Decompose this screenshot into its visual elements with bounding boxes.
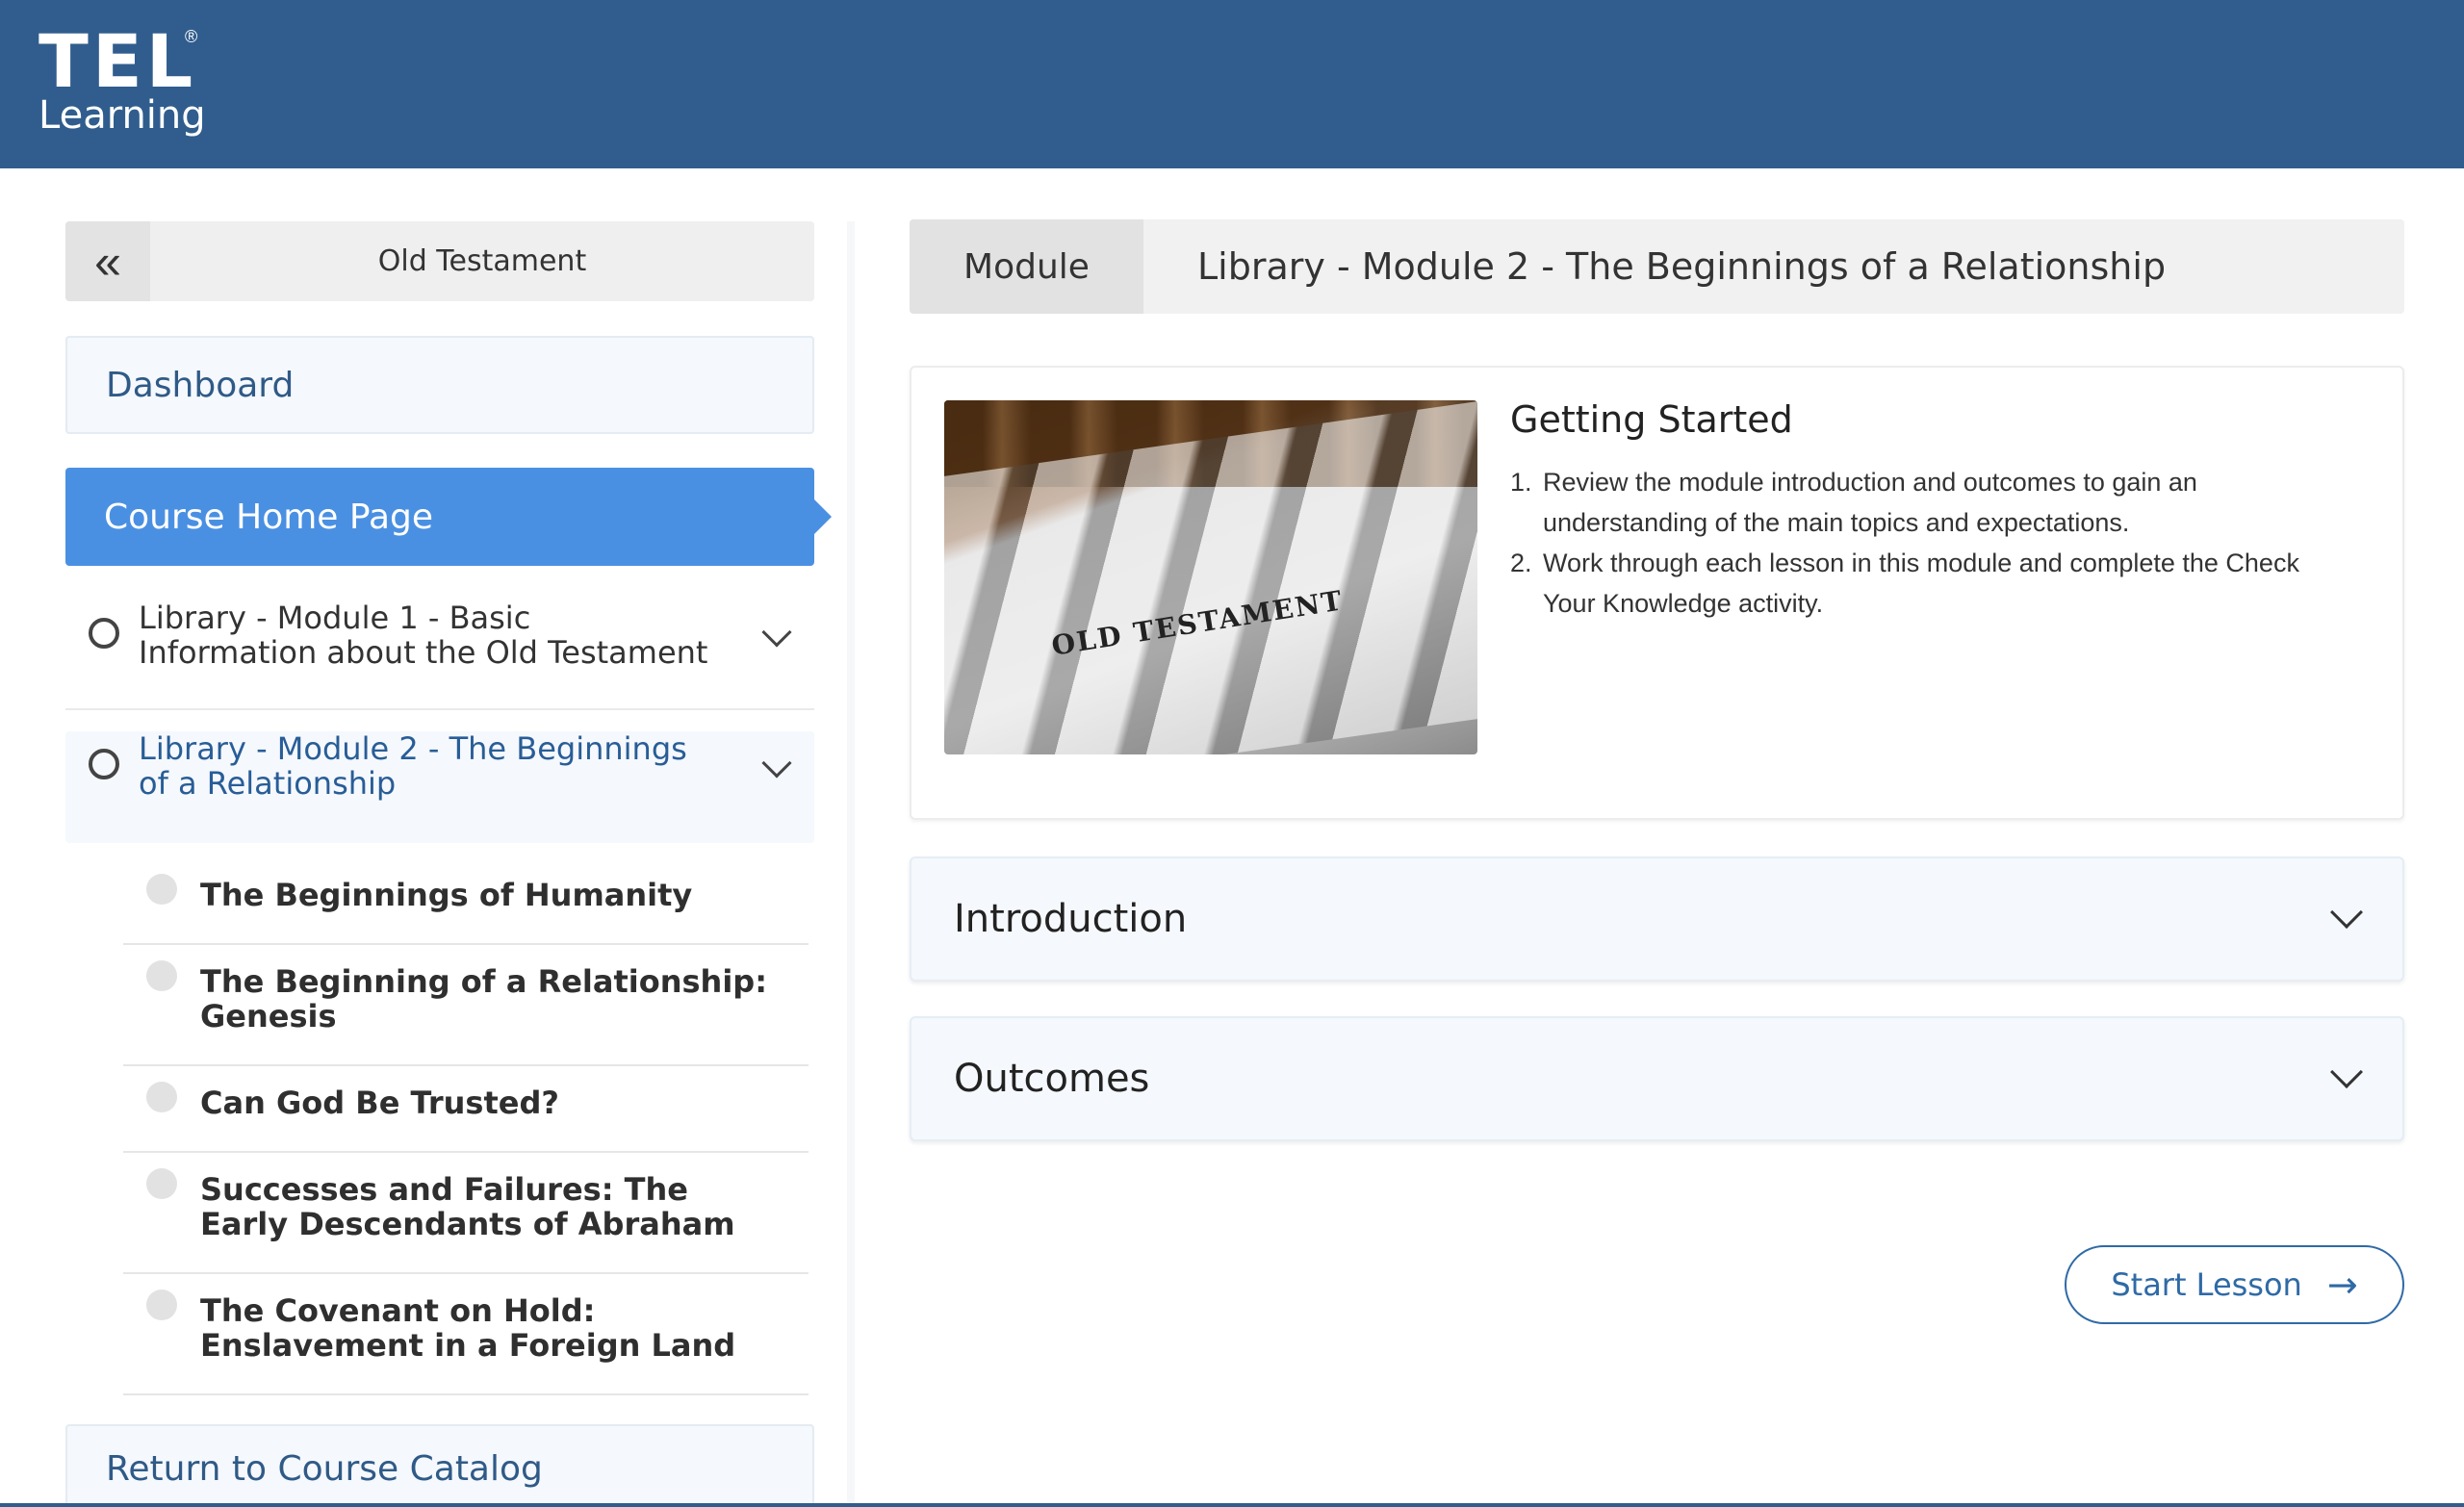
logo-tel-text: TEL: [38, 18, 197, 104]
sidebar-module-2[interactable]: Library - Module 2 - The Beginnings of a…: [65, 731, 814, 843]
lesson-label: The Covenant on Hold: Enslavement in a F…: [200, 1292, 736, 1364]
step-number: 1.: [1510, 468, 1532, 497]
accordion-title: Outcomes: [954, 1057, 1150, 1101]
sidebar-module-1[interactable]: Library - Module 1 - Basic Information a…: [65, 600, 814, 710]
accordion-title: Introduction: [954, 897, 1188, 941]
lesson-item[interactable]: Successes and Failures: The Early Descen…: [123, 1153, 808, 1274]
sidebar-divider: [847, 221, 855, 1507]
lesson-item[interactable]: The Beginning of a Relationship: Genesis: [123, 945, 808, 1066]
lesson-item[interactable]: The Covenant on Hold: Enslavement in a F…: [123, 1274, 808, 1395]
lesson-status-dot-icon: [146, 1168, 177, 1199]
lesson-item[interactable]: The Beginnings of Humanity: [123, 858, 808, 945]
getting-started-card: OLD TESTAMENT Getting Started 1. Review …: [910, 366, 2404, 820]
lesson-status-dot-icon: [146, 1290, 177, 1320]
chevron-down-icon: [2330, 896, 2363, 929]
tel-learning-logo[interactable]: TEL ® Learning: [38, 18, 206, 138]
start-lesson-label: Start Lesson: [2111, 1266, 2302, 1303]
getting-started-steps: 1. Review the module introduction and ou…: [1510, 462, 2319, 624]
step-item: 1. Review the module introduction and ou…: [1510, 462, 2319, 543]
bottom-border: [0, 1503, 2464, 1507]
start-lesson-button[interactable]: Start Lesson →: [2065, 1245, 2404, 1324]
lesson-label: Successes and Failures: The Early Descen…: [200, 1171, 735, 1242]
course-home-link[interactable]: Course Home Page: [65, 468, 832, 566]
top-navbar: TEL ® Learning: [0, 0, 2464, 168]
lesson-label: Can God Be Trusted?: [200, 1085, 559, 1121]
module-cover-image: OLD TESTAMENT: [944, 400, 1477, 754]
return-to-catalog-label: Return to Course Catalog: [106, 1449, 543, 1489]
logo-registered-mark: ®: [185, 27, 198, 46]
lesson-status-dot-icon: [146, 1082, 177, 1112]
dashboard-label: Dashboard: [106, 365, 295, 405]
module-status-circle-icon: [89, 618, 119, 649]
step-item: 2. Work through each lesson in this modu…: [1510, 543, 2319, 624]
module-header-bar: Module Library - Module 2 - The Beginnin…: [910, 219, 2404, 314]
card-title: Getting Started: [1510, 398, 1793, 441]
lesson-item[interactable]: Can God Be Trusted?: [123, 1066, 808, 1153]
step-text: Work through each lesson in this module …: [1543, 549, 2299, 618]
lesson-label: The Beginning of a Relationship: Genesis: [200, 963, 767, 1034]
lesson-label: The Beginnings of Humanity: [200, 877, 693, 913]
chevron-down-icon[interactable]: [761, 748, 792, 779]
lesson-status-dot-icon: [146, 874, 177, 905]
collapse-sidebar-button[interactable]: «: [65, 221, 150, 301]
chevron-down-icon: [2330, 1056, 2363, 1088]
introduction-accordion[interactable]: Introduction: [910, 856, 2404, 982]
step-number: 2.: [1510, 549, 1532, 577]
chevron-down-icon[interactable]: [761, 617, 792, 648]
course-home-label: Course Home Page: [104, 497, 434, 537]
course-title: Old Testament: [377, 244, 587, 278]
module-2-label: Library - Module 2 - The Beginnings of a…: [139, 730, 687, 802]
arrow-right-icon: →: [2326, 1264, 2358, 1306]
module-1-label: Library - Module 1 - Basic Information a…: [139, 600, 708, 671]
logo-learning-text: Learning: [38, 93, 206, 138]
lesson-status-dot-icon: [146, 960, 177, 991]
dashboard-link[interactable]: Dashboard: [65, 336, 814, 434]
outcomes-accordion[interactable]: Outcomes: [910, 1016, 2404, 1141]
module-tag: Module: [910, 219, 1143, 314]
module-title: Library - Module 2 - The Beginnings of a…: [1197, 245, 2167, 288]
course-header: « Old Testament: [65, 221, 814, 301]
step-text: Review the module introduction and outco…: [1543, 468, 2197, 537]
module-status-circle-icon: [89, 749, 119, 779]
return-to-catalog-link[interactable]: Return to Course Catalog: [65, 1424, 814, 1507]
double-chevron-left-icon: «: [94, 234, 121, 289]
